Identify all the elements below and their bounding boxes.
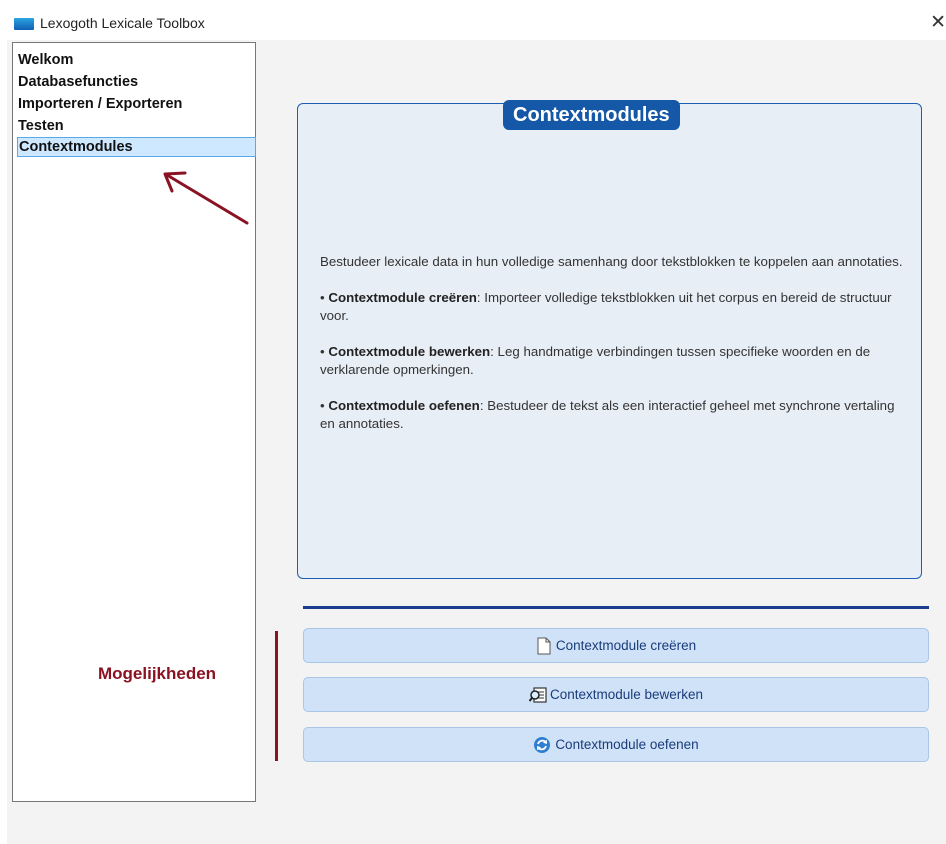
bullet-term: Contextmodule creëren	[328, 290, 477, 305]
edit-button-label: Contextmodule bewerken	[549, 687, 704, 702]
search-document-icon	[528, 686, 549, 704]
panel-heading: Contextmodules	[503, 100, 680, 130]
bullet-term: Contextmodule bewerken	[328, 344, 491, 359]
sidebar: Welkom Databasefuncties Importeren / Exp…	[12, 42, 256, 802]
window-title: Lexogoth Lexicale Toolbox	[40, 15, 205, 31]
sidebar-item-importeren-exporteren[interactable]: Importeren / Exporteren	[17, 94, 182, 114]
create-button-label: Contextmodule creëren	[555, 638, 697, 653]
bullet-practice: • Contextmodule oefenen: Bestudeer de te…	[320, 397, 905, 433]
bullet-create: • Contextmodule creëren: Importeer volle…	[320, 289, 905, 325]
new-document-icon	[536, 637, 552, 655]
edit-contextmodule-button[interactable]: Contextmodule bewerken	[303, 677, 929, 712]
close-button[interactable]: ✕	[930, 13, 946, 33]
annotation-arrow-icon	[163, 171, 249, 225]
options-annotation-label: Mogelijkheden	[98, 664, 217, 683]
practice-contextmodule-button[interactable]: Contextmodule oefenen	[303, 727, 929, 762]
sidebar-item-databasefuncties[interactable]: Databasefuncties	[17, 72, 138, 92]
sidebar-item-testen[interactable]: Testen	[17, 116, 64, 136]
create-contextmodule-button[interactable]: Contextmodule creëren	[303, 628, 929, 663]
practice-button-label: Contextmodule oefenen	[555, 737, 699, 752]
section-divider	[303, 606, 929, 609]
title-bar: Lexogoth Lexicale Toolbox ✕	[7, 10, 946, 40]
refresh-icon	[533, 736, 551, 754]
app-logo-icon	[14, 18, 34, 30]
sidebar-item-welkom[interactable]: Welkom	[17, 50, 73, 70]
options-annotation-line	[275, 631, 278, 761]
intro-paragraph: Bestudeer lexicale data in hun volledige…	[320, 254, 903, 269]
description-text: Bestudeer lexicale data in hun volledige…	[320, 253, 905, 451]
bullet-edit: • Contextmodule bewerken: Leg handmatige…	[320, 343, 905, 379]
bullet-term: Contextmodule oefenen	[328, 398, 480, 413]
sidebar-item-contextmodules[interactable]: Contextmodules	[17, 137, 256, 157]
